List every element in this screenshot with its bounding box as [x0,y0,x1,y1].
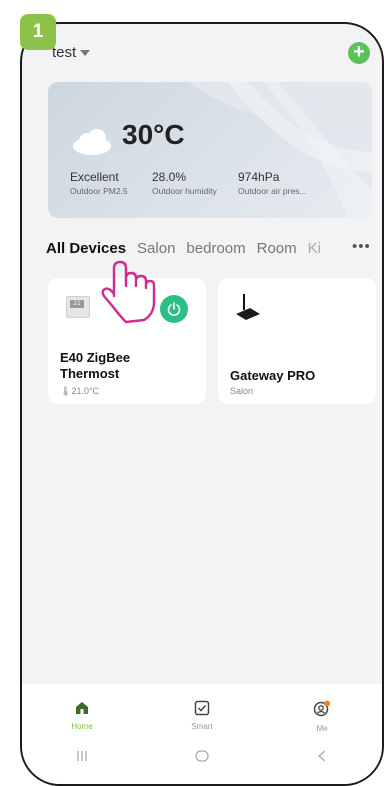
stat-value: 974hPa [238,170,280,184]
system-navigation-bar [22,739,382,784]
recent-apps-icon[interactable] [75,749,89,763]
smart-checkbox-icon [194,700,210,716]
nav-label: Me [316,724,328,733]
stat-label: Outdoor air pres... [238,186,307,196]
thermostat-device-icon: 21 [66,296,90,318]
weather-stat-pm25: Excellent Outdoor PM2.5 [70,170,128,196]
weather-card[interactable]: 30°C Excellent Outdoor PM2.5 28.0% Outdo… [48,82,372,218]
power-toggle-button[interactable] [160,295,188,323]
tab-all-devices[interactable]: All Devices [46,240,126,257]
power-icon [167,302,181,316]
room-tabs: All Devices Salon bedroom Room Ki [46,240,382,257]
temperature: 30°C [122,119,185,150]
home-nav-icon[interactable] [194,749,210,763]
stat-value: Excellent [70,170,119,184]
tab-kitchen-partial[interactable]: Ki [308,240,321,257]
profile-icon [313,700,330,717]
add-device-button[interactable]: + [348,42,370,64]
tap-hand-icon [101,260,156,324]
nav-label: Smart [191,722,213,731]
device-name-line1: E40 ZigBee [60,350,131,365]
tab-room[interactable]: Room [257,240,297,257]
stat-label: Outdoor PM2.5 [70,186,128,196]
nav-me[interactable]: Me [282,700,362,733]
thermometer-icon: 🌡 [60,386,72,396]
device-temperature: 21.0°C [71,386,100,396]
device-name-line2: Thermost [60,366,120,381]
more-tabs-icon[interactable]: ••• [352,238,371,255]
step-badge: 1 [20,14,56,50]
gateway-device-icon [236,294,260,320]
home-selector[interactable]: test [52,44,91,61]
weather-stat-pressure: 974hPa Outdoor air pres... [238,170,307,196]
stat-value: 28.0% [152,170,187,184]
tab-salon[interactable]: Salon [137,240,175,257]
chevron-down-icon [80,49,91,56]
weather-stat-humidity: 28.0% Outdoor humidity [152,170,217,196]
stat-label: Outdoor humidity [152,186,217,196]
cloud-icon [73,129,111,155]
home-icon [76,702,88,714]
device-status: 🌡21.0°C [60,386,99,397]
nav-label: Home [71,722,93,731]
back-icon[interactable] [315,749,329,763]
tab-bedroom[interactable]: bedroom [186,240,245,257]
device-room: Salon [230,386,254,396]
nav-home[interactable]: Home [42,700,122,731]
device-name: Gateway PRO [230,368,316,383]
device-name: E40 ZigBee Thermost [60,350,130,382]
bottom-navigation: Home Smart Me [22,684,382,739]
home-name: test [52,44,77,61]
notification-badge [324,700,330,707]
device-card-gateway[interactable]: Gateway PRO Salon [218,278,376,404]
phone-screen: test + 30°C Excellent Outdoor PM2.5 28.0… [20,22,384,786]
nav-smart[interactable]: Smart [162,700,242,731]
